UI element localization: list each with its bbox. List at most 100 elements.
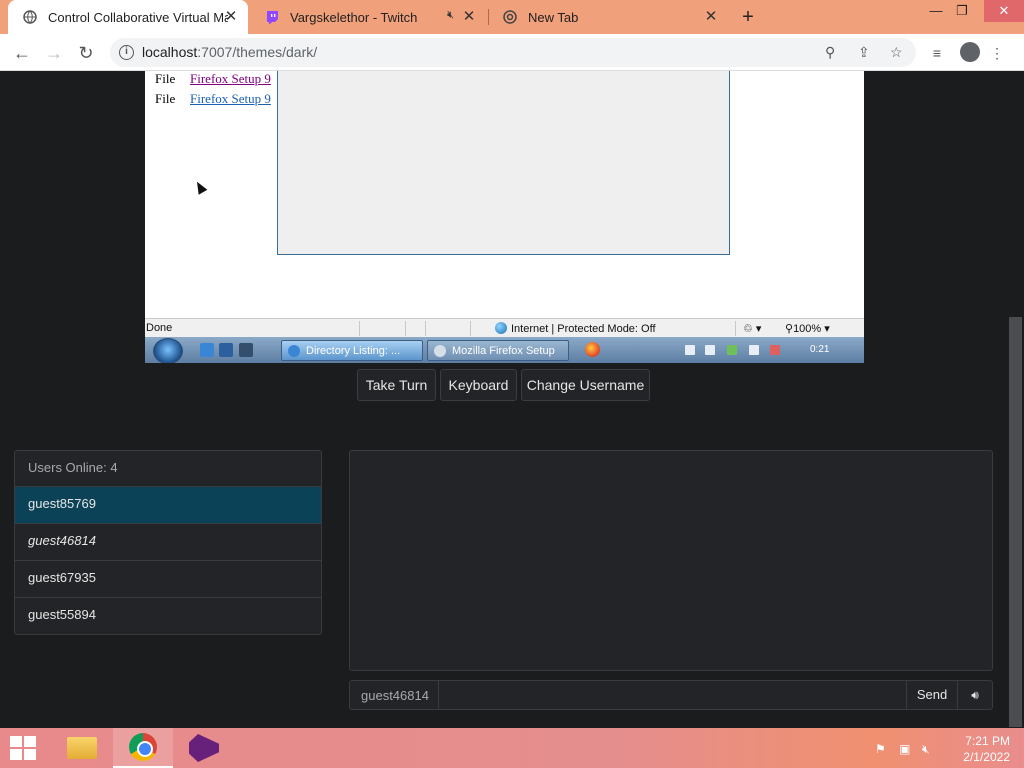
file-listing-row: File Firefox Setup 9 [155, 71, 271, 87]
vm-screen[interactable]: File Firefox Setup 9 File Firefox Setup 9 … [145, 71, 864, 363]
clock-time: 7:21 PM [965, 734, 1010, 748]
file-type-label: File [155, 71, 176, 86]
tab-title: Vargskelethor - Twitch [290, 9, 418, 25]
file-link[interactable]: Firefox Setup 9 [190, 71, 271, 86]
status-text: Done [146, 322, 173, 334]
windows-taskbar [0, 728, 1024, 768]
protected-mode-icon[interactable]: ♲ ▾ [743, 322, 761, 335]
url-port: :7007 [197, 44, 233, 60]
vm-task-firefox-setup[interactable]: Mozilla Firefox Setup [427, 340, 569, 361]
chrome-icon [502, 9, 518, 25]
security-zone[interactable]: Internet | Protected Mode: Off [495, 322, 656, 335]
ie-status-bar: Done Internet | Protected Mode: Off ♲ ▾ … [145, 318, 864, 337]
close-window-icon[interactable]: ✕ [984, 0, 1024, 22]
zone-text: Internet | Protected Mode: Off [511, 323, 656, 335]
tray-flag-icon[interactable] [705, 345, 715, 355]
internet-globe-icon [495, 322, 507, 334]
keyboard-button[interactable]: Keyboard [440, 369, 517, 401]
restore-icon[interactable]: ❐ [945, 0, 979, 22]
status-divider [425, 321, 426, 336]
profile-avatar-icon[interactable] [960, 42, 980, 62]
ie-quicklaunch-icon[interactable] [200, 343, 214, 357]
tray-flag-icon[interactable]: ⚑ [875, 742, 886, 756]
reload-icon[interactable]: ↻ [73, 40, 99, 66]
user-list-item[interactable]: guest55894 [15, 598, 321, 634]
speaker-icon[interactable]: 🔊︎ [957, 681, 992, 709]
tray-volume-muted-icon[interactable]: 🔇︎ [922, 742, 930, 757]
status-divider [470, 321, 471, 336]
tray-speaker-muted-icon[interactable] [770, 345, 780, 355]
send-button[interactable]: Send [906, 681, 957, 709]
url-host: localhost [142, 44, 198, 60]
file-link[interactable]: Firefox Setup 9 [190, 91, 271, 106]
users-online-header: Users Online: 4 [15, 451, 321, 487]
zoom-level[interactable]: ⚲100% ▾ [785, 322, 830, 335]
mouse-cursor-icon [192, 179, 208, 195]
user-list-item[interactable]: guest67935 [15, 561, 321, 598]
system-clock[interactable]: 7:21 PM 2/1/2022 [940, 733, 1010, 765]
globe-icon [22, 9, 38, 25]
chrome-taskbar-icon[interactable] [113, 728, 173, 768]
change-username-button[interactable]: Change Username [521, 369, 650, 401]
url-text[interactable]: localhost:7007/themes/dark/ [142, 44, 317, 60]
close-tab-icon[interactable]: ✕ [460, 8, 478, 26]
zoom-value: 100% [793, 323, 822, 335]
tab-control-collaborative[interactable]: Control Collaborative Virtual Ma ✕ [8, 0, 248, 34]
user-list-item[interactable]: guest46814 [15, 524, 321, 561]
scrollbar-thumb[interactable] [1009, 317, 1022, 727]
user-list-item[interactable]: guest85769 [15, 487, 321, 524]
browser-toolbar: ← → ↻ i localhost:7007/themes/dark/ ⚲ ⇪ … [0, 34, 1024, 71]
back-arrow-icon[interactable]: ← [9, 40, 35, 66]
vm-start-orb-icon[interactable] [153, 338, 183, 363]
vm-taskbar: Directory Listing: ... Mozilla Firefox S… [145, 337, 864, 363]
chat-username-label: guest46814 [350, 681, 439, 709]
switch-windows-icon[interactable] [239, 343, 253, 357]
tray-network-icon[interactable] [749, 345, 759, 355]
firefox-icon[interactable] [585, 342, 600, 357]
status-divider [405, 321, 406, 336]
tab-title: New Tab [528, 9, 579, 25]
task-label: Mozilla Firefox Setup [452, 345, 555, 357]
new-tab-button[interactable]: + [737, 6, 759, 28]
speaker-muted-icon[interactable]: 🔇︎ [447, 9, 454, 22]
clock-date: 2/1/2022 [963, 750, 1010, 764]
file-listing-row: File Firefox Setup 9 [155, 91, 271, 107]
file-type-label: File [155, 91, 176, 106]
ie-icon [288, 345, 300, 357]
close-tab-icon[interactable]: ✕ [222, 8, 240, 26]
status-divider [359, 321, 360, 336]
chat-messages-panel[interactable] [349, 450, 993, 671]
tray-security-icon[interactable] [727, 345, 737, 355]
menu-dots-icon[interactable]: ⋮ [986, 42, 1008, 64]
tab-twitch[interactable]: Vargskelethor - Twitch 🔇︎ ✕ [250, 0, 486, 34]
zoom-icon[interactable]: ⚲ [825, 44, 835, 61]
visual-studio-icon[interactable] [174, 728, 234, 768]
vm-dialog-window[interactable] [277, 71, 730, 255]
users-online-panel: Users Online: 4 guest85769 guest46814 gu… [14, 450, 322, 635]
twitch-icon [264, 9, 280, 25]
status-divider [735, 321, 736, 336]
desktop-quicklaunch-icon[interactable] [219, 343, 233, 357]
vm-task-directory-listing[interactable]: Directory Listing: ... [281, 340, 423, 361]
tray-document-icon[interactable] [685, 345, 695, 355]
page-scrollbar[interactable] [1007, 71, 1024, 728]
browser-tab-strip: Control Collaborative Virtual Ma ✕ Vargs… [0, 0, 1024, 34]
forward-arrow-icon[interactable]: → [41, 40, 67, 66]
tab-new-tab[interactable]: New Tab ✕ [488, 0, 728, 34]
bookmark-star-icon[interactable]: ☆ [890, 44, 903, 61]
close-tab-icon[interactable]: ✕ [702, 8, 720, 26]
address-bar[interactable]: i localhost:7007/themes/dark/ ⚲ ⇪ ☆ [110, 38, 916, 67]
media-control-icon[interactable]: ≡ [926, 42, 948, 64]
share-icon[interactable]: ⇪ [858, 44, 870, 61]
task-label: Directory Listing: ... [306, 345, 401, 357]
chat-input-bar: guest46814 Send 🔊︎ [349, 680, 993, 710]
take-turn-button[interactable]: Take Turn [357, 369, 436, 401]
vm-clock: 0:21 [810, 344, 830, 355]
windows-start-icon[interactable] [10, 736, 38, 760]
file-explorer-icon[interactable] [52, 728, 112, 768]
tray-network-icon[interactable]: ▣ [899, 742, 910, 756]
info-icon[interactable]: i [119, 45, 134, 60]
url-path: /themes/dark/ [232, 44, 318, 60]
tab-title: Control Collaborative Virtual Ma [48, 9, 228, 25]
chat-message-input[interactable] [439, 681, 906, 709]
